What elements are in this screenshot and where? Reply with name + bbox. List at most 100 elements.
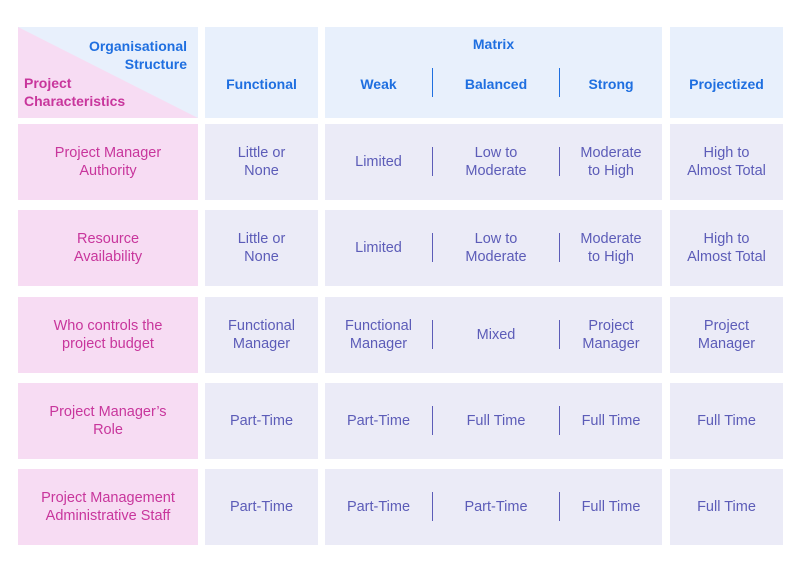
row-label-line: Role bbox=[93, 422, 123, 438]
strong-value: Moderate to High bbox=[580, 230, 641, 266]
row-label-line: Who controls the bbox=[53, 318, 163, 334]
strong-value: Full Time bbox=[582, 498, 641, 516]
projectized-cell: Full Time bbox=[670, 383, 783, 459]
balanced-value: Low to Moderate bbox=[465, 230, 526, 266]
weak-value-line: Functional bbox=[345, 318, 412, 334]
balanced-cell: Part-Time bbox=[433, 469, 559, 545]
functional-value: Little or None bbox=[238, 144, 286, 180]
matrix-cell: Limited Low to Moderate Moderate to High bbox=[325, 210, 662, 286]
row-label-line: Project Management bbox=[41, 490, 175, 506]
projectized-value-line: Project bbox=[703, 318, 750, 334]
functional-cell: Part-Time bbox=[205, 469, 318, 545]
header-matrix: Matrix Weak Balanced Strong bbox=[325, 27, 662, 118]
weak-value: Limited bbox=[355, 239, 402, 257]
functional-value-line: Part-Time bbox=[229, 413, 294, 429]
strong-cell: Moderate to High bbox=[560, 124, 662, 200]
functional-value-line: Manager bbox=[232, 336, 291, 352]
balanced-value: Mixed bbox=[477, 326, 516, 344]
balanced-value: Part-Time bbox=[464, 498, 527, 516]
functional-value: Functional Manager bbox=[228, 317, 295, 353]
strong-value-line: Manager bbox=[582, 336, 640, 352]
matrix-cell: Functional Manager Mixed Project Manager bbox=[325, 297, 662, 373]
row-label-cell: Project Manager’s Role bbox=[18, 383, 198, 459]
functional-cell: Little or None bbox=[205, 210, 318, 286]
functional-value-line: Little or bbox=[237, 231, 286, 247]
corner-header-cell: Organisational Structure Project Charact… bbox=[18, 27, 198, 118]
projectized-value: Project Manager bbox=[698, 317, 755, 353]
row-label-line: Administrative Staff bbox=[45, 508, 171, 524]
functional-value-line: None bbox=[244, 163, 279, 179]
functional-cell: Little or None bbox=[205, 124, 318, 200]
functional-cell: Functional Manager bbox=[205, 297, 318, 373]
projectized-cell: Project Manager bbox=[670, 297, 783, 373]
projectized-value: High to Almost Total bbox=[687, 144, 766, 180]
pc-line-2: Characteristics bbox=[24, 93, 126, 109]
strong-value: Full Time bbox=[582, 412, 641, 430]
matrix-cell: Limited Low to Moderate Moderate to High bbox=[325, 124, 662, 200]
balanced-value-line: Part-Time bbox=[464, 499, 528, 515]
projectized-value-line: Manager bbox=[697, 336, 756, 352]
row-label-cell: Project Manager Authority bbox=[18, 124, 198, 200]
balanced-value: Low to Moderate bbox=[465, 144, 526, 180]
strong-value: Moderate to High bbox=[580, 144, 641, 180]
row-label-line: Authority bbox=[79, 163, 137, 179]
balanced-cell: Full Time bbox=[433, 383, 559, 459]
functional-value: Part-Time bbox=[230, 498, 293, 516]
row-label-line: Project Manager’s bbox=[49, 404, 167, 420]
strong-value: Project Manager bbox=[582, 317, 639, 353]
projectized-value-line: High to bbox=[703, 145, 750, 161]
org-line-1: Organisational bbox=[88, 38, 187, 54]
row-label-cell: Project Management Administrative Staff bbox=[18, 469, 198, 545]
weak-value: Part-Time bbox=[347, 498, 410, 516]
projectized-value: High to Almost Total bbox=[687, 230, 766, 266]
balanced-value-line: Low to bbox=[474, 145, 518, 161]
weak-value: Limited bbox=[355, 153, 402, 171]
weak-value-line: Limited bbox=[355, 240, 402, 256]
projectized-value-line: High to bbox=[703, 231, 750, 247]
weak-value-line: Limited bbox=[355, 154, 402, 170]
strong-value-line: Moderate bbox=[580, 145, 642, 161]
header-strong: Strong bbox=[588, 76, 634, 92]
projectized-cell: High to Almost Total bbox=[670, 124, 783, 200]
balanced-cell: Mixed bbox=[433, 297, 559, 373]
weak-value: Functional Manager bbox=[345, 317, 412, 353]
project-characteristics-label: Project Characteristics bbox=[24, 74, 125, 110]
row-label: Who controls the project budget bbox=[54, 317, 163, 353]
balanced-value-line: Low to bbox=[474, 231, 518, 247]
projectized-value: Full Time bbox=[697, 498, 756, 516]
strong-value-line: to High bbox=[588, 249, 634, 265]
org-line-2: Structure bbox=[124, 56, 187, 72]
balanced-cell: Low to Moderate bbox=[433, 210, 559, 286]
weak-cell: Part-Time bbox=[325, 383, 432, 459]
strong-value-line: to High bbox=[588, 163, 634, 179]
functional-value-line: Part-Time bbox=[229, 499, 294, 515]
balanced-value-line: Moderate bbox=[465, 249, 527, 265]
row-label-line: Resource bbox=[76, 231, 140, 247]
weak-value-line: Manager bbox=[349, 336, 408, 352]
organisational-structure-label: Organisational Structure bbox=[89, 37, 187, 73]
balanced-value: Full Time bbox=[467, 412, 526, 430]
header-weak: Weak bbox=[360, 76, 397, 92]
strong-cell: Full Time bbox=[560, 469, 662, 545]
header-matrix-label: Matrix bbox=[472, 36, 515, 52]
strong-value-line: Project bbox=[588, 318, 634, 334]
strong-value-line: Full Time bbox=[581, 413, 641, 429]
functional-value-line: Little or bbox=[237, 145, 286, 161]
projectized-value-line: Almost Total bbox=[687, 249, 766, 265]
row-label-line: Availability bbox=[73, 249, 143, 265]
header-projectized: Projectized bbox=[670, 27, 783, 118]
row-label-cell: Who controls the project budget bbox=[18, 297, 198, 373]
weak-cell: Limited bbox=[325, 124, 432, 200]
projectized-value: Full Time bbox=[697, 412, 756, 430]
row-label-line: Project Manager bbox=[54, 145, 162, 161]
strong-value-line: Full Time bbox=[581, 499, 641, 515]
header-functional: Functional bbox=[205, 27, 318, 118]
header-functional-label: Functional bbox=[226, 75, 297, 92]
balanced-value-line: Moderate bbox=[465, 163, 527, 179]
functional-value-line: None bbox=[244, 249, 279, 265]
row-label: Project Management Administrative Staff bbox=[41, 489, 175, 525]
balanced-value-line: Mixed bbox=[476, 327, 516, 343]
projectized-value-line: Full Time bbox=[697, 499, 756, 515]
projectized-cell: Full Time bbox=[670, 469, 783, 545]
matrix-cell: Part-Time Part-Time Full Time bbox=[325, 469, 662, 545]
